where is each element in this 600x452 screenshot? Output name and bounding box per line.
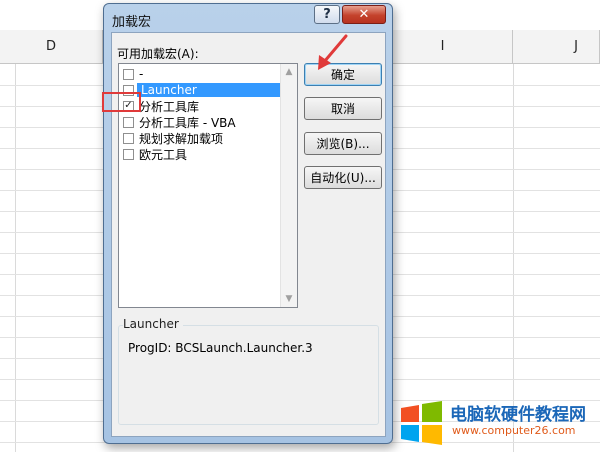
watermark-url: www.computer26.com	[452, 424, 576, 437]
list-item-launcher[interactable]: Launcher	[120, 82, 281, 98]
column-header-i[interactable]: I	[393, 30, 513, 64]
checkbox[interactable]	[123, 148, 134, 160]
list-item-dash[interactable]: -	[120, 66, 281, 82]
description-progid: ProgID: BCSLaunch.Launcher.3	[128, 341, 313, 355]
dialog-title: 加载宏	[112, 15, 152, 30]
column-header-j[interactable]: J	[513, 30, 600, 64]
cancel-button[interactable]: 取消	[304, 97, 382, 120]
windows-logo-icon	[401, 401, 442, 445]
list-item-label: -	[139, 67, 144, 81]
list-item-label: 欧元工具	[139, 147, 188, 162]
column-header-d[interactable]: D	[0, 30, 103, 64]
description-group: Launcher ProgID: BCSLaunch.Launcher.3	[118, 317, 379, 427]
help-button[interactable]: ?	[314, 5, 340, 24]
annotation-arrow-icon	[318, 34, 348, 70]
list-item-label: 分析工具库	[139, 99, 200, 114]
list-item-label: 规划求解加载项	[139, 131, 224, 146]
scroll-down-icon[interactable]: ▼	[281, 291, 297, 307]
checkbox[interactable]	[123, 68, 134, 80]
column-label: D	[45, 39, 56, 54]
list-item-label: 分析工具库 - VBA	[139, 115, 236, 130]
grid-line	[513, 64, 514, 452]
addins-list-label: 可用加载宏(A):	[117, 47, 199, 61]
list-scrollbar[interactable]: ▲ ▼	[280, 64, 297, 307]
watermark: 电脑软硬件教程网 www.computer26.com	[398, 396, 600, 452]
list-item-label: Launcher	[137, 83, 281, 97]
column-label: J	[574, 39, 578, 54]
annotation-highlight-box	[102, 92, 141, 112]
addins-listbox[interactable]: - Launcher ✓ 分析工具库 分析工具库 - VBA 规划求解加载项 欧…	[118, 63, 298, 308]
list-item-analysis-toolpak[interactable]: ✓ 分析工具库	[120, 98, 281, 114]
list-item-solver[interactable]: 规划求解加载项	[120, 130, 281, 146]
column-label: I	[440, 39, 445, 54]
automation-button[interactable]: 自动化(U)...	[304, 166, 382, 189]
browse-button[interactable]: 浏览(B)...	[304, 132, 382, 155]
list-item-euro-tools[interactable]: 欧元工具	[120, 146, 281, 162]
grid-line	[15, 64, 16, 452]
close-button[interactable]: ✕	[342, 5, 386, 24]
description-title: Launcher	[123, 317, 183, 331]
checkbox[interactable]	[123, 132, 134, 144]
list-item-analysis-toolpak-vba[interactable]: 分析工具库 - VBA	[120, 114, 281, 130]
dialog-content: 可用加载宏(A): - Launcher ✓ 分析工具库 分析工具库 - VBA…	[111, 32, 386, 437]
watermark-title: 电脑软硬件教程网	[450, 405, 586, 425]
checkbox[interactable]	[123, 116, 134, 128]
description-frame	[118, 325, 379, 425]
scroll-up-icon[interactable]: ▲	[281, 64, 297, 80]
